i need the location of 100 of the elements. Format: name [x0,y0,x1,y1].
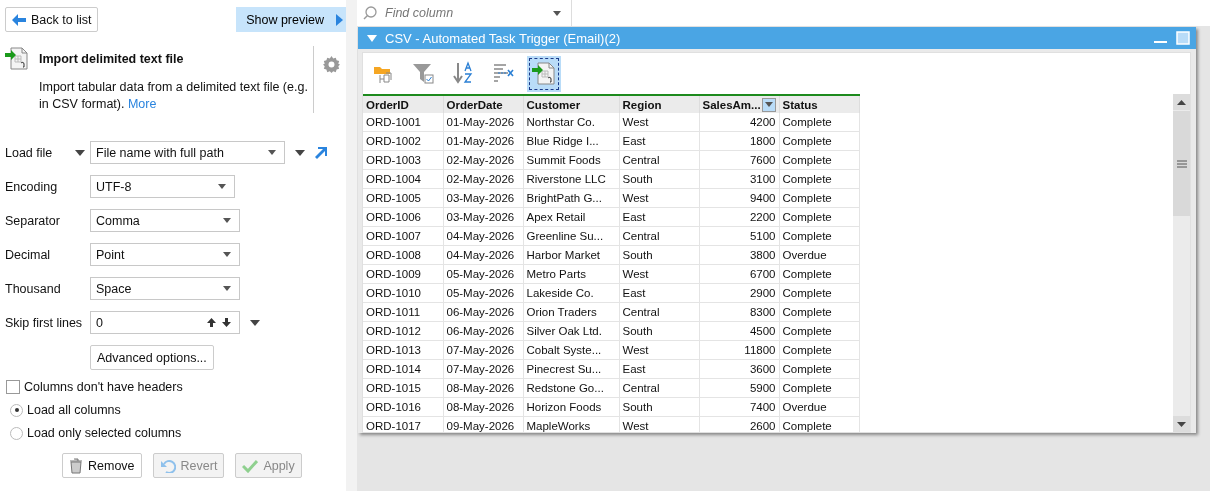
caret-icon [218,184,226,189]
table-cell: West [619,264,699,284]
table-cell: 06-May-2026 [443,321,523,341]
radio-label: Load all columns [27,403,121,417]
checkbox[interactable] [6,380,20,394]
column-header[interactable]: OrderID [363,95,443,113]
table-cell: Complete [779,416,859,432]
caret-icon[interactable] [295,149,305,156]
table-cell: Complete [779,131,859,151]
table-cell: Complete [779,169,859,189]
field-label: Thousand [5,281,62,296]
table-cell: ORD-1006 [363,207,443,227]
table-cell: 04-May-2026 [443,245,523,265]
table-cell: 5100 [699,226,779,246]
table-cell: Harbor Market [523,245,619,265]
table-cell: Complete [779,150,859,170]
table-cell: East [619,207,699,227]
table-cell: 08-May-2026 [443,397,523,417]
table-cell: 3100 [699,169,779,189]
table-cell: Overdue [779,397,859,417]
table-cell: Complete [779,188,859,208]
table-cell: 02-May-2026 [443,169,523,189]
column-header[interactable]: Status [779,95,859,113]
table-cell: Central [619,378,699,398]
table-cell: Complete [779,113,859,132]
table-cell: ORD-1010 [363,283,443,303]
table-cell: 01-May-2026 [443,113,523,132]
undo-icon [159,458,176,473]
show-preview-button[interactable]: Show preview [236,7,346,32]
table-cell: East [619,131,699,151]
table-cell: 05-May-2026 [443,283,523,303]
table-cell: Lakeside Co. [523,283,619,303]
up-arrow-icon[interactable] [207,318,216,327]
search-icon [363,6,377,20]
table-cell: ORD-1012 [363,321,443,341]
table-cell: West [619,113,699,132]
table-cell: 11800 [699,340,779,360]
table-cell: BrightPath G... [523,188,619,208]
table-cell: MapleWorks [523,416,619,432]
filter-dropdown-icon[interactable] [761,97,776,112]
arrow-icon[interactable] [315,146,327,159]
table-cell: ORD-1014 [363,359,443,379]
window-title: CSV - Automated Task Trigger (Email)(2) [385,30,621,46]
table-cell: ORD-1008 [363,245,443,265]
checkbox-label: Columns don't have headers [24,380,183,394]
table-cell: Apex Retail [523,207,619,227]
action-button[interactable]: Remove [62,453,142,478]
dropdown[interactable]: UTF-8 [90,175,235,198]
table-cell: Complete [779,283,859,303]
table-cell: 07-May-2026 [443,340,523,360]
table-cell: ORD-1016 [363,397,443,417]
table-cell: 2900 [699,283,779,303]
table-cell: Complete [779,378,859,398]
scroll-up-icon[interactable] [1173,94,1190,110]
caret-icon[interactable] [250,319,260,326]
column-header[interactable]: Region [619,95,699,113]
scroll-down-icon[interactable] [1173,416,1190,432]
table-cell: 02-May-2026 [443,150,523,170]
table-cell: ORD-1004 [363,169,443,189]
table-cell: 6700 [699,264,779,284]
caret-icon [553,10,561,16]
caret-icon[interactable] [75,149,85,156]
table-cell: 9400 [699,188,779,208]
dropdown[interactable]: Comma [90,209,240,232]
table-cell: Silver Oak Ltd. [523,321,619,341]
table-cell: Pinecrest Su... [523,359,619,379]
more-link[interactable]: More [127,97,157,111]
column-header[interactable]: OrderDate [443,95,523,113]
back-button[interactable]: Back to list [5,7,99,32]
field-label: Encoding [5,179,59,194]
table-cell: West [619,416,699,432]
caret-icon [223,218,231,223]
import-file-icon [5,46,29,72]
table-cell: 08-May-2026 [443,378,523,398]
dropdown[interactable]: Point [90,243,240,266]
table-cell: 4200 [699,113,779,132]
column-header[interactable]: SalesAm... [699,95,779,113]
table-cell: ORD-1005 [363,188,443,208]
table-cell: 7600 [699,150,779,170]
table-cell: Blue Ridge I... [523,131,619,151]
table-cell: Complete [779,302,859,322]
table-cell: East [619,359,699,379]
table-cell: South [619,397,699,417]
load-file-select[interactable]: File name with full path [90,141,285,164]
dropdown[interactable]: Space [90,277,240,300]
gear-icon[interactable] [323,56,340,73]
collapse-icon[interactable] [367,34,377,42]
toolbar-button[interactable] [527,56,561,92]
number-field[interactable]: 0 [90,311,240,334]
scrollbar-thumb[interactable] [1173,111,1190,216]
search-field[interactable]: Find column [383,5,547,21]
advanced-options-button[interactable]: Advanced options... [90,345,214,370]
table-cell: 3600 [699,359,779,379]
table-cell: Riverstone LLC [523,169,619,189]
table-cell: 04-May-2026 [443,226,523,246]
table-cell: ORD-1002 [363,131,443,151]
table-cell: Northstar Co. [523,113,619,132]
column-header[interactable]: Customer [523,95,619,113]
table-cell: ORD-1015 [363,378,443,398]
down-arrow-icon[interactable] [222,318,231,327]
